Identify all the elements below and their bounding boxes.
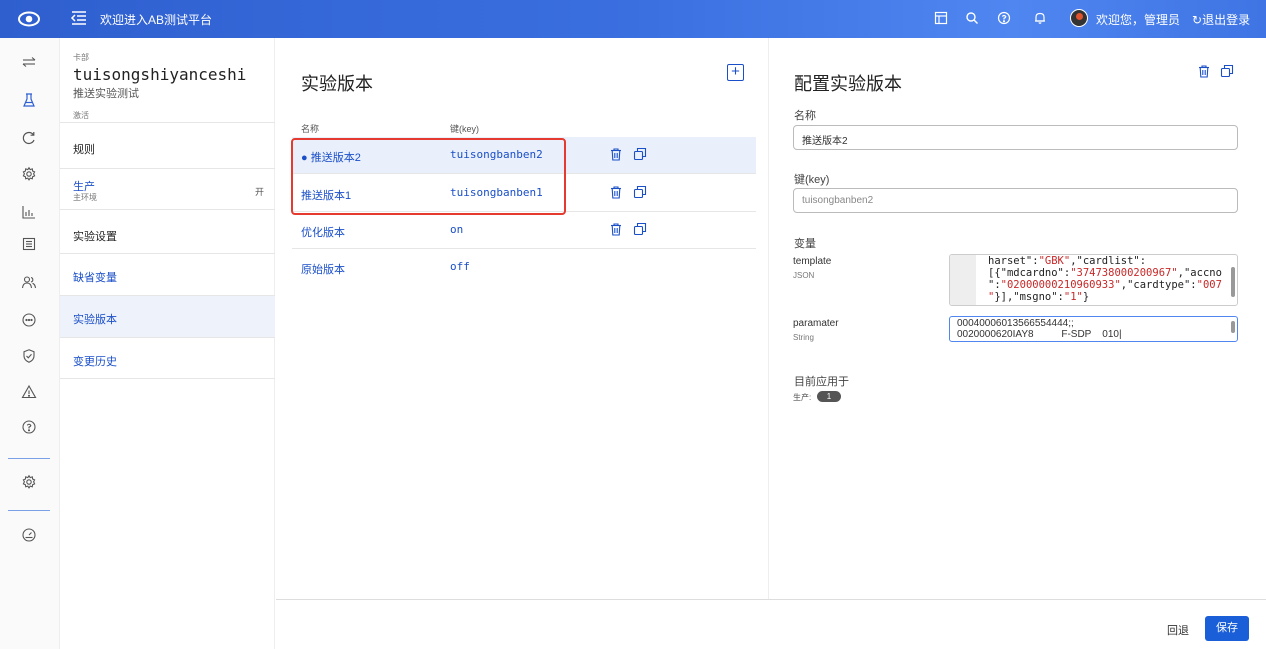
settings-icon[interactable]: [21, 166, 37, 182]
sidebar-item-rules[interactable]: 规则: [60, 122, 275, 168]
variables-label: 变量: [794, 238, 816, 250]
add-version-button[interactable]: +: [727, 64, 744, 81]
version-name: 优化版本: [301, 227, 345, 239]
gear-icon[interactable]: [21, 474, 37, 490]
template-type: JSON: [793, 271, 815, 280]
swap-icon[interactable]: [21, 54, 37, 70]
applied-count-badge: 1: [817, 391, 841, 402]
version-key: off: [450, 260, 470, 273]
key-label: 键(key): [794, 174, 830, 186]
copy-icon[interactable]: [1220, 64, 1234, 78]
chart-icon[interactable]: [21, 204, 37, 220]
sidebar-item-production[interactable]: 生产 主环境 开: [60, 168, 275, 209]
status-label: 激活: [73, 111, 89, 120]
table-icon[interactable]: [934, 11, 948, 25]
copy-icon[interactable]: [633, 222, 647, 236]
sidebar-item-settings[interactable]: 实验设置: [60, 209, 275, 253]
help-icon[interactable]: [21, 419, 37, 435]
editor-gutter: [950, 255, 976, 305]
applied-label: 目前应用于: [794, 376, 849, 388]
footer-bar: 回退 保存: [276, 599, 1266, 649]
menu-icon[interactable]: [70, 9, 88, 27]
table-row[interactable]: 优化版本 on: [292, 212, 756, 249]
flask-icon[interactable]: [21, 92, 37, 108]
sidebar-item-history[interactable]: 变更历史: [60, 337, 275, 379]
column-header-key: 键(key): [450, 124, 479, 134]
paramater-scrollbar[interactable]: [1231, 321, 1235, 333]
experiment-sidebar: 卡部 tuisongshiyanceshi 推送实验测试 激活 规则 生产 主环…: [60, 38, 275, 649]
delete-icon[interactable]: [610, 223, 622, 236]
gauge-icon[interactable]: [21, 527, 37, 543]
version-name: 原始版本: [301, 264, 345, 276]
name-label: 名称: [794, 110, 816, 122]
plus-icon: +: [731, 63, 740, 80]
versions-title: 实验版本: [301, 74, 373, 94]
bell-icon[interactable]: [1033, 11, 1047, 25]
production-state: 开: [255, 187, 265, 197]
applied-env: 生产:: [793, 393, 812, 402]
column-header-name: 名称: [301, 124, 320, 134]
version-key: on: [450, 223, 464, 236]
sidebar-item-label: 变更历史: [73, 356, 117, 368]
reset-button[interactable]: 回退: [1167, 622, 1189, 638]
editor-scrollbar[interactable]: [1231, 267, 1235, 297]
template-label: template: [793, 256, 832, 267]
sidebar-item-versions[interactable]: 实验版本: [60, 295, 275, 337]
refresh-icon[interactable]: [21, 130, 37, 146]
paramater-label: paramater: [793, 318, 839, 329]
chat-icon[interactable]: [21, 312, 37, 328]
sidebar-item-sublabel: 主环境: [73, 193, 97, 202]
avatar[interactable]: [1070, 9, 1088, 27]
table-row[interactable]: 原始版本 off: [292, 249, 756, 286]
logout-button[interactable]: ↻退出登录: [1192, 11, 1250, 28]
logo-icon[interactable]: [18, 8, 40, 30]
versions-panel: 实验版本 + 名称 键(key) ● 推送版本2 tuisongbanben2 …: [276, 38, 768, 599]
paramater-input[interactable]: 00040006013566554444;; 0020000620IAY8 F-…: [949, 316, 1238, 342]
users-icon[interactable]: [21, 274, 37, 290]
experiment-name: 推送实验测试: [73, 88, 139, 100]
template-editor[interactable]: harset":"GBK","cardlist": [{"mdcardno":"…: [949, 254, 1238, 306]
logout-icon: ↻: [1192, 13, 1203, 27]
delete-icon[interactable]: [610, 186, 622, 199]
search-icon[interactable]: [965, 11, 979, 25]
paramater-type: String: [793, 333, 814, 342]
highlight-box: [291, 138, 566, 215]
config-title: 配置实验版本: [794, 74, 902, 94]
shield-icon[interactable]: [21, 348, 37, 364]
list-icon[interactable]: [21, 236, 37, 252]
warning-icon[interactable]: [21, 384, 37, 400]
sidebar-item-default-vars[interactable]: 缺省变量: [60, 253, 275, 295]
nav-divider: [8, 510, 50, 511]
top-bar: 欢迎进入AB测试平台 欢迎您，管理员 ↻退出登录: [0, 0, 1266, 38]
logout-label: 退出登录: [1202, 13, 1251, 27]
paramater-line-2: 0020000620IAY8 F-SDP 010: [957, 329, 1119, 340]
delete-icon[interactable]: [1198, 65, 1210, 78]
copy-icon[interactable]: [633, 185, 647, 199]
category-label: 卡部: [73, 53, 89, 62]
app-title: 欢迎进入AB测试平台: [100, 13, 213, 27]
delete-icon[interactable]: [610, 148, 622, 161]
nav-divider: [8, 458, 50, 459]
sidebar-item-label: 缺省变量: [73, 272, 117, 284]
sidebar-item-label: 规则: [73, 144, 95, 156]
copy-icon[interactable]: [633, 147, 647, 161]
help-icon[interactable]: [997, 11, 1011, 25]
name-input[interactable]: 推送版本2: [793, 125, 1238, 150]
sidebar-item-label: 实验设置: [73, 231, 117, 243]
left-nav: [0, 38, 60, 649]
paramater-line-1: 00040006013566554444;;: [957, 318, 1074, 329]
key-input[interactable]: tuisongbanben2: [793, 188, 1238, 213]
config-panel: 配置实验版本 名称 推送版本2 键(key) tuisongbanben2 变量…: [768, 38, 1266, 599]
experiment-key: tuisongshiyanceshi: [73, 65, 247, 84]
sidebar-item-label: 实验版本: [73, 314, 117, 326]
save-button[interactable]: 保存: [1205, 616, 1249, 641]
welcome-text: 欢迎您，管理员: [1096, 13, 1181, 27]
template-code: harset":"GBK","cardlist": [{"mdcardno":"…: [988, 255, 1222, 303]
